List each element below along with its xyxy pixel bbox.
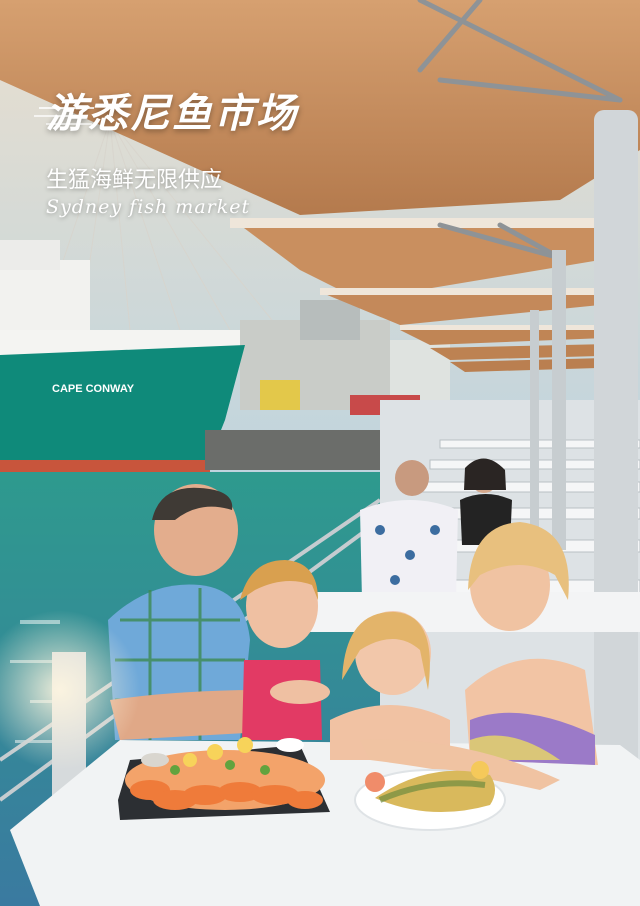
ship-name: CAPE CONWAY [52, 383, 135, 395]
umbrella-pole-back [530, 310, 539, 530]
headline: 游悉尼鱼市场 生猛海鲜无限供应 Sydney fish market [34, 92, 414, 218]
umbrella-pole-middle [552, 250, 566, 550]
poster: CAPE CONWAY 游悉尼鱼市场 生猛海鲜无限供应 Sydney fish … [0, 0, 640, 906]
table [10, 740, 640, 906]
subtitle-english: Sydney fish market [46, 196, 251, 218]
subtitle: 生猛海鲜无限供应 [46, 168, 223, 193]
umbrella-pole-front [594, 110, 638, 830]
speed-lines-icon [34, 107, 94, 125]
